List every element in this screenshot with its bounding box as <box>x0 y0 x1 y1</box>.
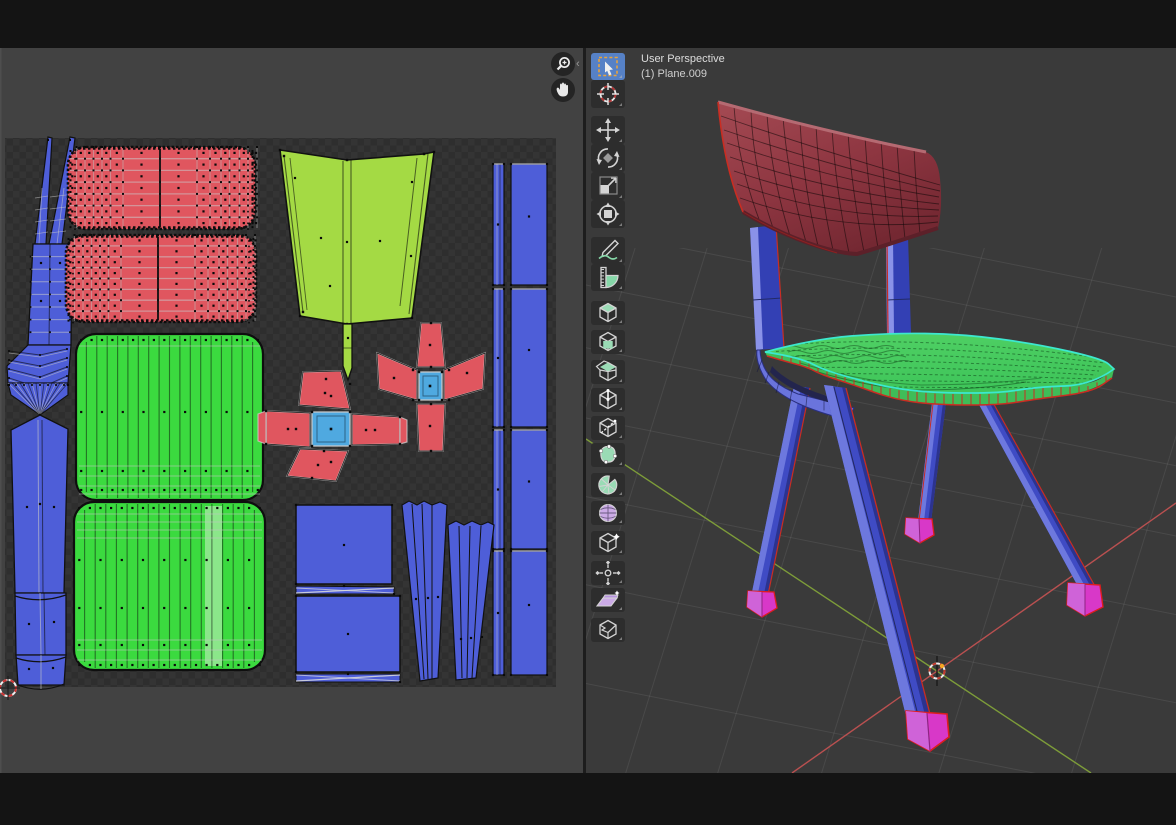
svg-text:‹: ‹ <box>576 58 580 70</box>
